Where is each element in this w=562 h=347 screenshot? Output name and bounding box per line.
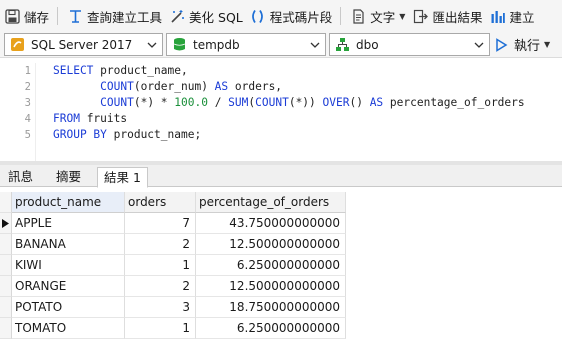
row-marker [0,297,12,318]
chevron-down-icon [147,42,157,48]
main-toolbar: 儲存 查詢建立工具 美化 SQL 程式碼片段 文字 ▼ 匯出結果 建立 [0,0,562,32]
table-row[interactable]: KIWI 1 6.250000000000 [0,255,562,276]
row-marker [0,255,12,276]
magic-wand-icon [169,8,185,24]
row-marker [0,213,12,234]
cell-orders[interactable]: 2 [125,276,196,297]
cell-percentage[interactable]: 18.750000000000 [196,297,346,318]
code-line: GROUP BY product_name; [53,128,202,141]
tab-summary[interactable]: 摘要 [50,167,87,187]
result-tabs: 訊息 摘要 結果 1 [0,165,562,188]
column-header-percentage[interactable]: percentage_of_orders [196,192,346,213]
beautify-sql-label: 美化 SQL [189,9,243,25]
database-select[interactable]: tempdb [166,33,326,56]
cell-percentage[interactable]: 43.750000000000 [196,213,346,234]
table-row[interactable]: TOMATO 1 6.250000000000 [0,318,562,339]
line-number: 2 [24,81,31,93]
build-chart-label: 建立 [509,9,535,25]
sql-server-icon [9,37,25,53]
row-marker [0,318,12,339]
run-label: 執行 [514,39,541,54]
table-row[interactable]: POTATO 3 18.750000000000 [0,297,562,318]
cell-product-name[interactable]: TOMATO [12,318,125,339]
database-icon [171,37,187,53]
build-chart-button[interactable]: 建立 [485,3,537,29]
schema-select-value: dbo [356,37,379,52]
toolbar-separator [340,7,342,25]
server-select-value: SQL Server 2017 [31,37,133,52]
cell-orders[interactable]: 1 [125,318,196,339]
schema-select[interactable]: dbo [329,33,490,56]
line-number: 1 [24,65,31,77]
column-header-product-name[interactable]: product_name [12,192,125,213]
cell-product-name[interactable]: POTATO [12,297,125,318]
parentheses-icon [250,8,266,24]
export-result-button[interactable]: 匯出結果 [408,3,485,29]
bar-chart-icon [489,8,505,24]
code-line: COUNT(*) * 100.0 / SUM(COUNT(*)) OVER() … [100,96,525,109]
line-number: 3 [24,97,31,109]
cell-orders[interactable]: 1 [125,255,196,276]
database-select-value: tempdb [193,37,240,52]
cell-product-name[interactable]: BANANA [12,234,125,255]
cell-orders[interactable]: 3 [125,297,196,318]
cell-percentage[interactable]: 6.250000000000 [196,255,346,276]
text-mode-label: 文字 [370,9,396,25]
schema-icon [334,37,350,53]
beautify-sql-button[interactable]: 美化 SQL [165,3,246,29]
export-result-label: 匯出結果 [432,9,483,25]
line-number: 5 [24,129,31,141]
save-button[interactable]: 儲存 [0,3,52,29]
toolbar-separator [57,7,59,25]
save-label: 儲存 [24,9,50,25]
cell-orders[interactable]: 2 [125,234,196,255]
grid-header-row: product_name orders percentage_of_orders [0,192,562,213]
cell-percentage[interactable]: 12.500000000000 [196,234,346,255]
dropdown-caret-icon: ▼ [544,40,551,49]
cell-product-name[interactable]: ORANGE [12,276,125,297]
table-row[interactable]: APPLE 7 43.750000000000 [0,213,562,234]
run-button[interactable]: 執行 ▼ [494,33,550,56]
cell-percentage[interactable]: 12.500000000000 [196,276,346,297]
query-builder-button[interactable]: 查詢建立工具 [63,3,165,29]
connection-selector-row: SQL Server 2017 tempdb dbo 執行 ▼ [0,32,562,58]
cell-orders[interactable]: 7 [125,213,196,234]
table-row[interactable]: BANANA 2 12.500000000000 [0,234,562,255]
play-icon [494,37,510,53]
column-header-orders[interactable]: orders [125,192,196,213]
result-grid[interactable]: product_name orders percentage_of_orders… [0,192,562,347]
row-marker [0,234,12,255]
sql-editor[interactable]: 1 2 3 4 5 SELECT product_name, COUNT(ord… [0,59,562,161]
document-icon [350,8,366,24]
code-line: FROM fruits [53,112,128,125]
query-builder-label: 查詢建立工具 [87,9,163,25]
cell-percentage[interactable]: 6.250000000000 [196,318,346,339]
tab-messages[interactable]: 訊息 [2,167,39,187]
export-icon [412,8,428,24]
current-row-arrow-icon [2,219,9,228]
chevron-down-icon [310,42,320,48]
row-marker-corner [0,192,12,213]
cell-product-name[interactable]: APPLE [12,213,125,234]
code-line: SELECT product_name, [53,64,188,77]
text-mode-button[interactable]: 文字 ▼ [346,3,408,29]
sql-code[interactable]: SELECT product_name, COUNT(order_num) AS… [53,63,525,143]
line-number-gutter: 1 2 3 4 5 [0,63,36,161]
cell-product-name[interactable]: KIWI [12,255,125,276]
table-row[interactable]: ORANGE 2 12.500000000000 [0,276,562,297]
query-builder-icon [67,8,83,24]
tab-result-1[interactable]: 結果 1 [97,167,148,188]
save-icon [4,8,20,24]
server-select[interactable]: SQL Server 2017 [4,33,163,56]
row-marker [0,276,12,297]
code-line: COUNT(order_num) AS orders, [100,80,283,93]
code-snippet-label: 程式碼片段 [269,9,333,25]
dropdown-caret-icon: ▼ [399,11,406,21]
line-number: 4 [24,113,31,125]
chevron-down-icon [474,42,484,48]
code-snippet-button[interactable]: 程式碼片段 [246,3,336,29]
